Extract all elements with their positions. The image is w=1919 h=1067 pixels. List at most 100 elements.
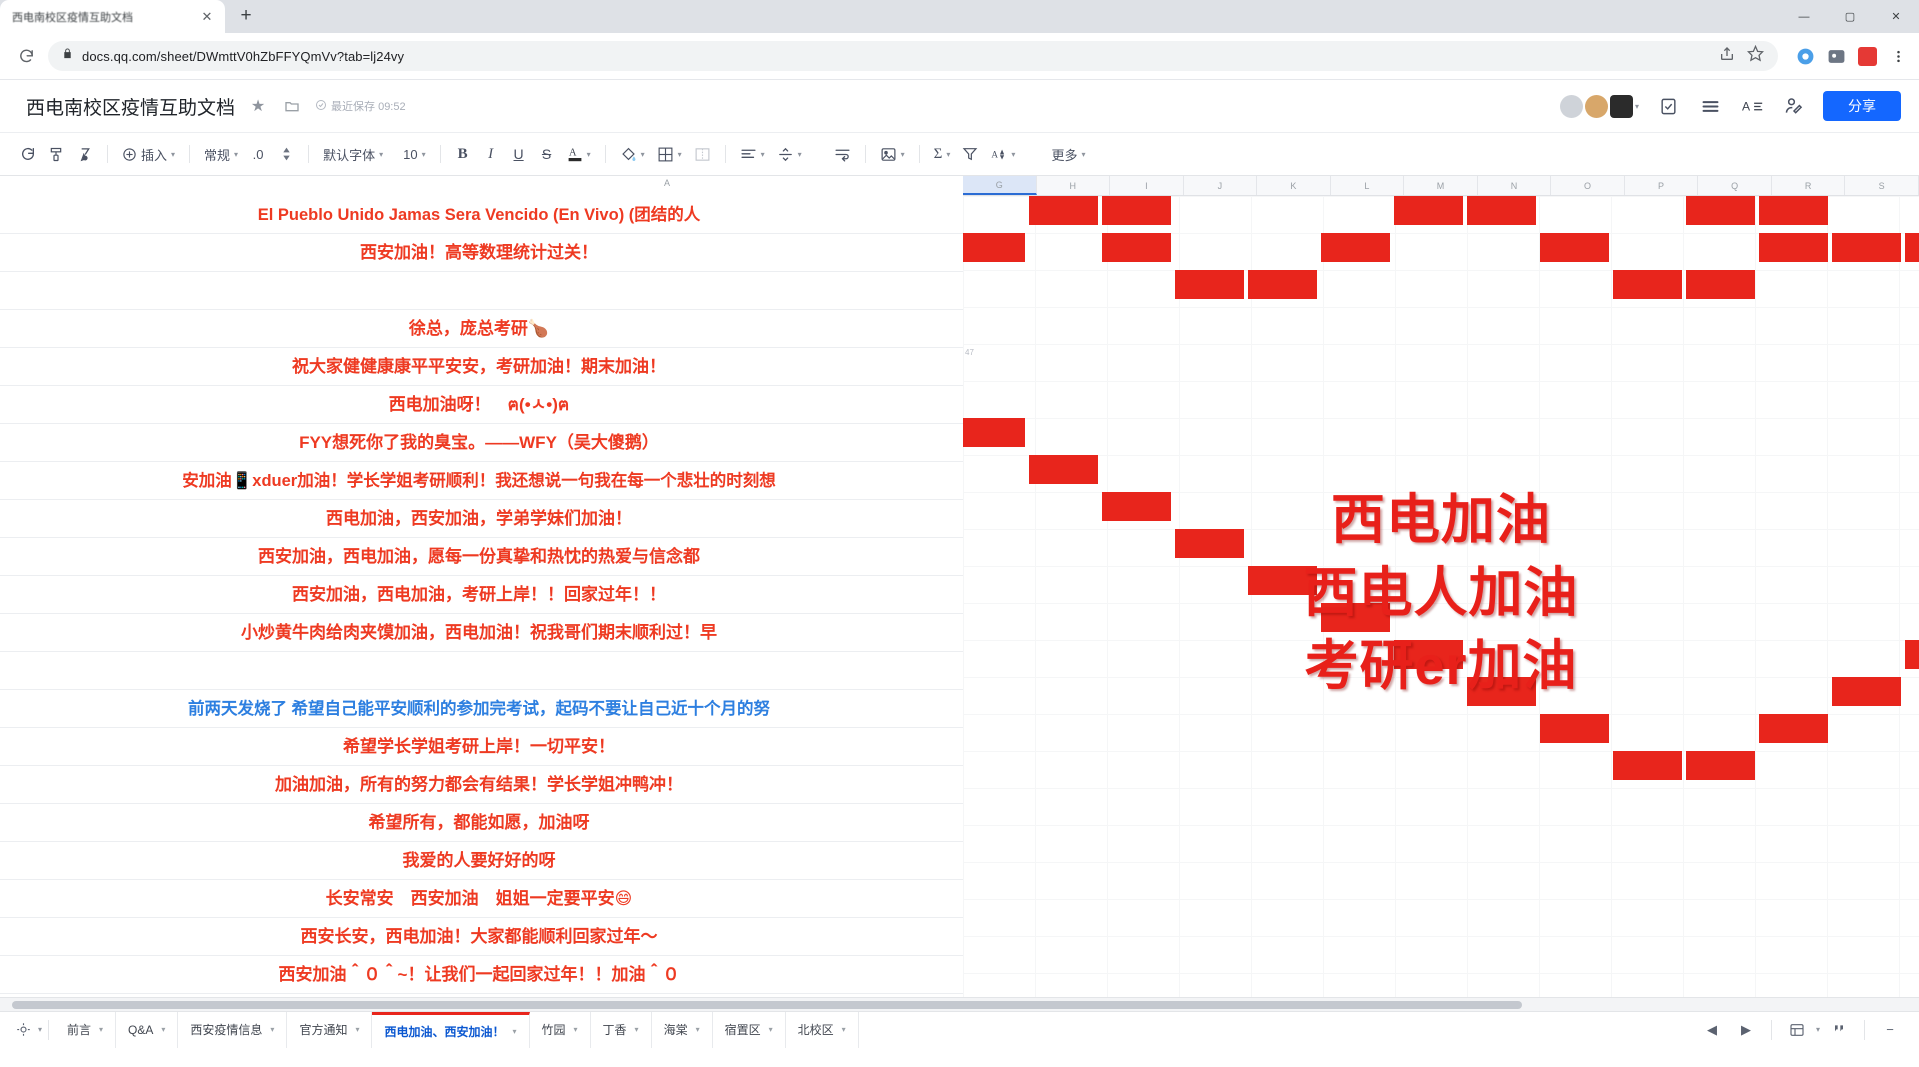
align-button[interactable]: ▾ <box>734 140 771 168</box>
italic-button[interactable]: I <box>477 140 505 168</box>
chevron-down-icon[interactable]: ▾ <box>355 1025 359 1034</box>
avatar[interactable] <box>1609 94 1633 118</box>
browser-tab[interactable]: 西电南校区疫情互助文档 ✕ <box>0 0 225 33</box>
message-row[interactable] <box>0 652 963 690</box>
folder-icon[interactable] <box>281 95 303 117</box>
message-row[interactable]: 希望学长学姐考研上岸！一切平安！ <box>0 728 963 766</box>
sum-button[interactable]: Σ ▾ <box>928 140 957 168</box>
messages-pane[interactable]: El Pueblo Unido Jamas Sera Vencido (En V… <box>0 196 963 997</box>
share-button[interactable]: 分享 <box>1823 91 1901 121</box>
column-header-q[interactable]: Q <box>1698 176 1772 195</box>
sheet-tab[interactable]: 前言 ▾ <box>55 1011 117 1048</box>
comment-icon[interactable] <box>1824 1015 1854 1045</box>
avatar-stack[interactable]: ▾ <box>1559 94 1639 118</box>
underline-button[interactable]: U <box>505 140 533 168</box>
message-row[interactable]: 我爱的人要好好的呀 <box>0 842 963 880</box>
chevron-down-icon[interactable]: ▾ <box>842 1025 846 1034</box>
chevron-down-icon[interactable]: ▾ <box>635 1025 639 1034</box>
chevron-down-icon[interactable]: ▾ <box>38 1025 42 1034</box>
redo-button[interactable] <box>14 140 42 168</box>
column-header-p[interactable]: P <box>1625 176 1699 195</box>
scrollbar-thumb[interactable] <box>12 1001 1522 1009</box>
message-row[interactable]: 西安加油，西电加油，考研上岸！！回家过年！！ <box>0 576 963 614</box>
image-button[interactable]: ▾ <box>874 140 911 168</box>
star-icon[interactable] <box>1746 44 1765 67</box>
column-header-a[interactable]: A <box>664 178 670 188</box>
minimize-icon[interactable]: — <box>1781 0 1827 33</box>
font-family-select[interactable]: 默认字体 ▾ <box>317 140 389 168</box>
message-row[interactable]: 徐总，庞总考研🍗 <box>0 310 963 348</box>
message-row[interactable] <box>0 272 963 310</box>
font-size-select[interactable]: 10 ▾ <box>397 140 431 168</box>
chevron-down-icon[interactable]: ▾ <box>696 1025 700 1034</box>
address-bar[interactable]: docs.qq.com/sheet/DWmttV0hZbFFYQmVv?tab=… <box>48 41 1778 71</box>
window-close-icon[interactable]: ✕ <box>1873 0 1919 33</box>
pixel-art-pane[interactable]: 47 西电加油 西电人加油 考研er加油 <box>963 196 1919 997</box>
todo-icon[interactable] <box>1655 93 1681 119</box>
new-tab-icon[interactable]: + <box>231 1 261 31</box>
avatar[interactable] <box>1584 94 1608 118</box>
message-row[interactable]: 西电加油呀！ ฅ(•ㅅ•)ฅ <box>0 386 963 424</box>
share-page-icon[interactable] <box>1719 46 1735 67</box>
chevron-down-icon[interactable]: ▾ <box>99 1025 103 1034</box>
merge-cells-button[interactable] <box>688 140 717 168</box>
message-row[interactable]: 西电加油，西安加油，学弟学妹们加油！ <box>0 500 963 538</box>
message-row[interactable]: 西安加油＾０＾~！让我们一起回家过年！！加油＾０ <box>0 956 963 994</box>
wrap-text-button[interactable] <box>828 140 857 168</box>
message-row[interactable]: 前两天发烧了 希望自己能平安顺利的参加完考试，起码不要让自己近十个月的努 <box>0 690 963 728</box>
view-mode-icon[interactable] <box>1782 1015 1812 1045</box>
star-icon[interactable]: ★ <box>247 95 269 117</box>
format-painter-button[interactable] <box>42 140 70 168</box>
message-row[interactable]: 加油加油，所有的努力都会有结果！学长学姐冲鸭冲！ <box>0 766 963 804</box>
filter-button[interactable] <box>956 140 984 168</box>
next-sheet-icon[interactable]: ▶ <box>1731 1015 1761 1045</box>
prev-sheet-icon[interactable]: ◀ <box>1697 1015 1727 1045</box>
message-row[interactable]: 安加油📱xduer加油！学长学姐考研顺利！我还想说一句我在每一个悲壮的时刻想 <box>0 462 963 500</box>
number-format-select[interactable]: 常规 ▾ <box>198 140 244 168</box>
message-row[interactable]: FYY想死你了我的臭宝。——WFY（吴大傻鹅） <box>0 424 963 462</box>
extension-icon[interactable] <box>1794 45 1816 67</box>
column-header-m[interactable]: M <box>1404 176 1478 195</box>
chevron-down-icon[interactable]: ▾ <box>1635 102 1639 111</box>
chevron-down-icon[interactable]: ▾ <box>270 1025 274 1034</box>
sheet-tab[interactable]: 西电加油、西安加油！ ▾ <box>372 1011 530 1048</box>
edit-user-icon[interactable] <box>1781 93 1807 119</box>
maximize-icon[interactable]: ▢ <box>1827 0 1873 33</box>
column-header-g[interactable]: G <box>963 176 1037 195</box>
message-row[interactable]: 祝大家健健康康平平安安，考研加油！期末加油！ <box>0 348 963 386</box>
message-row[interactable]: 西安加油，西电加油，愿每一份真挚和热忱的热爱与信念都 <box>0 538 963 576</box>
message-row[interactable]: 西安加油！高等数理统计过关！ <box>0 234 963 272</box>
fill-color-button[interactable]: ▾ <box>614 140 651 168</box>
column-header-j[interactable]: J <box>1184 176 1258 195</box>
column-header-o[interactable]: O <box>1551 176 1625 195</box>
text-color-button[interactable]: A ▾ <box>561 140 597 168</box>
column-header-n[interactable]: N <box>1478 176 1552 195</box>
column-header-i[interactable]: I <box>1110 176 1184 195</box>
decimal-button[interactable]: .0 <box>244 140 272 168</box>
bold-button[interactable]: B <box>449 140 477 168</box>
avatar[interactable] <box>1559 94 1583 118</box>
menu-icon[interactable] <box>1887 45 1909 67</box>
message-row[interactable]: 长安常安 西安加油 姐姐一定要平安😄 <box>0 880 963 918</box>
message-row[interactable]: 西安长安，西电加油！大家都能顺利回家过年～ <box>0 918 963 956</box>
chevron-down-icon[interactable]: ▾ <box>574 1025 578 1034</box>
sheet-tab[interactable]: 竹园 ▾ <box>530 1011 591 1048</box>
message-row[interactable]: El Pueblo Unido Jamas Sera Vencido (En V… <box>0 196 963 234</box>
borders-button[interactable]: ▾ <box>651 140 688 168</box>
chevron-down-icon[interactable]: ▾ <box>1816 1025 1820 1034</box>
message-row[interactable]: 小炒黄牛肉给肉夹馍加油，西电加油！祝我哥们期末顺利过！早 <box>0 614 963 652</box>
font-size-icon[interactable]: A <box>1739 93 1765 119</box>
sheet-tab[interactable]: 官方通知 ▾ <box>287 1011 373 1048</box>
sort-button[interactable]: A ▾ <box>984 140 1021 168</box>
sheet-tab[interactable]: 宿置区 ▾ <box>713 1011 786 1048</box>
extension-badge-icon[interactable] <box>1856 45 1878 67</box>
sheet-tab[interactable]: 西安疫情信息 ▾ <box>178 1011 288 1048</box>
chevron-down-icon[interactable]: ▾ <box>769 1025 773 1034</box>
zoom-out-icon[interactable]: − <box>1875 1015 1905 1045</box>
sheet-tab[interactable]: 丁香 ▾ <box>591 1011 652 1048</box>
all-sheets-icon[interactable] <box>8 1015 38 1045</box>
horizontal-scrollbar[interactable] <box>0 997 1919 1011</box>
reload-icon[interactable] <box>10 40 42 72</box>
column-header-l[interactable]: L <box>1331 176 1405 195</box>
chevron-down-icon[interactable]: ▾ <box>512 1027 516 1036</box>
